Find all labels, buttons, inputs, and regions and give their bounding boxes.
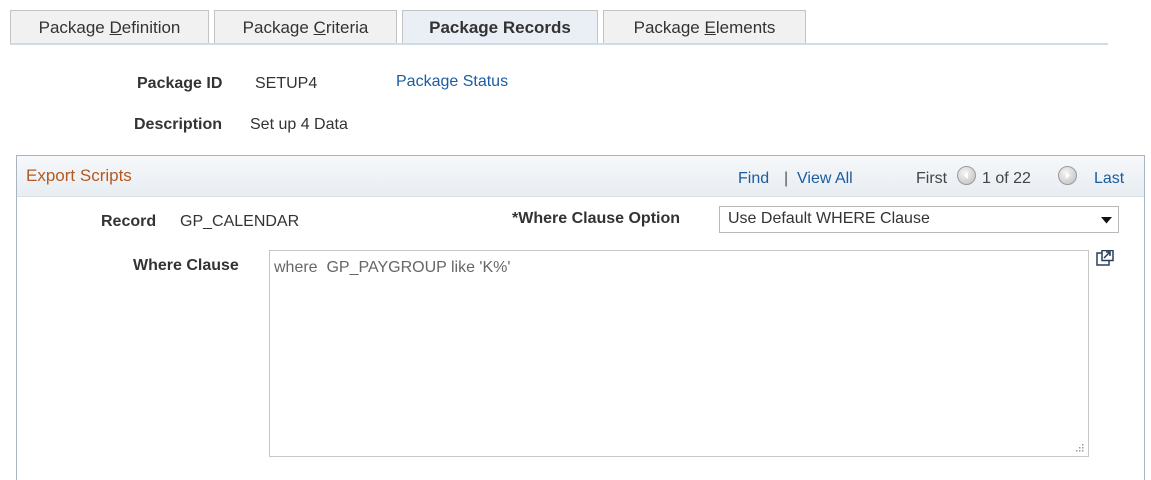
where-clause-label: Where Clause <box>133 257 239 274</box>
record-label: Record <box>101 213 157 230</box>
where-clause-text: where GP_PAYGROUP like 'K%' <box>274 259 511 276</box>
tab-label: Package Elements <box>633 18 776 37</box>
tab-package-elements[interactable]: Package Elements <box>603 10 806 44</box>
dropdown-arrow-icon <box>1101 217 1112 224</box>
where-clause-option-value: Use Default WHERE Clause <box>728 210 930 227</box>
package-status-link[interactable]: Package Status <box>396 73 508 91</box>
view-all-link[interactable]: View All <box>797 170 853 188</box>
tab-package-criteria[interactable]: Package Criteria <box>214 10 397 44</box>
where-clause-option-label: *Where Clause Option <box>512 210 681 227</box>
next-arrow-icon[interactable] <box>1058 166 1077 185</box>
tab-package-records[interactable]: Package Records <box>402 10 598 44</box>
record-value: GP_CALENDAR <box>180 213 300 230</box>
tab-label: Package Definition <box>38 18 181 37</box>
tab-package-definition[interactable]: Package Definition <box>10 10 209 44</box>
tab-label: Package Criteria <box>242 18 369 37</box>
tab-underline <box>10 43 1108 45</box>
last-link[interactable]: Last <box>1094 170 1124 188</box>
tab-label: Package Records <box>429 18 571 37</box>
description-label: Description <box>134 116 223 133</box>
where-clause-option-select[interactable]: Use Default WHERE Clause <box>719 206 1119 233</box>
package-id-value: SETUP4 <box>255 75 318 92</box>
expand-popup-icon[interactable] <box>1096 250 1114 266</box>
export-scripts-title: Export Scripts <box>26 166 132 185</box>
prev-arrow-icon[interactable] <box>957 166 976 185</box>
record-count: 1 of 22 <box>982 170 1031 187</box>
package-id-label: Package ID <box>137 75 223 92</box>
description-value: Set up 4 Data <box>250 116 348 133</box>
page-tabs: Package Definition Package Criteria Pack… <box>0 0 1151 46</box>
nav-separator: | <box>784 170 789 187</box>
export-scripts-header: Export Scripts Find | View All First 1 o… <box>17 156 1144 197</box>
find-link[interactable]: Find <box>738 170 769 188</box>
first-label: First <box>916 170 948 187</box>
where-clause-textarea[interactable]: where GP_PAYGROUP like 'K%' <box>269 250 1089 457</box>
resize-grip-icon[interactable] <box>1074 442 1084 452</box>
